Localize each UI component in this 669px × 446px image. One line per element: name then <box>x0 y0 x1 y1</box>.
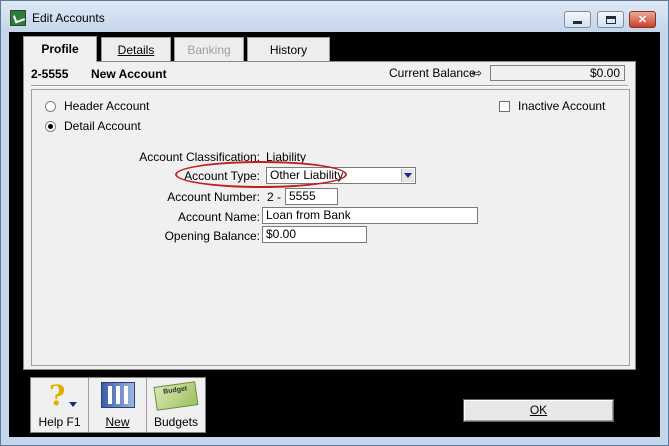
account-name-label: Account Name: <box>177 210 260 224</box>
budgets-button[interactable]: Budget Budgets <box>147 378 205 432</box>
tab-history[interactable]: History <box>247 37 330 61</box>
tab-history-label: History <box>269 43 308 57</box>
help-label: Help F1 <box>38 415 81 429</box>
inactive-account-option[interactable]: Inactive Account <box>499 99 605 113</box>
myob-icon[interactable] <box>10 10 26 26</box>
title-bar[interactable]: Edit Accounts ✕ <box>1 1 668 33</box>
tab-banking: Banking <box>174 37 244 61</box>
tab-banking-label: Banking <box>187 43 231 57</box>
inactive-account-checkbox[interactable] <box>499 100 510 112</box>
ok-label: OK <box>529 403 548 417</box>
opening-balance-input[interactable]: $0.00 <box>262 226 367 243</box>
opening-balance-label: Opening Balance: <box>164 229 260 243</box>
tab-profile[interactable]: Profile <box>23 36 97 62</box>
budget-icon-text: Budget <box>162 385 188 396</box>
ok-button[interactable]: OK <box>463 399 614 422</box>
account-number-input[interactable]: 5555 <box>285 188 338 205</box>
chevron-down-icon <box>69 402 77 407</box>
header-account-radio[interactable] <box>45 100 56 112</box>
header-account-option[interactable]: Header Account <box>45 99 149 113</box>
classification-value: Liability <box>266 150 307 164</box>
minimize-icon <box>573 21 582 24</box>
bottom-toolbar: ? Help F1 New Budget Budgets <box>30 377 206 433</box>
budgets-label: Budgets <box>153 415 199 429</box>
header-account-label: Header Account <box>64 99 150 113</box>
classification-label: Account Classification: <box>139 150 260 164</box>
account-type-value: Other Liability <box>270 168 344 182</box>
new-button[interactable]: New <box>89 378 147 432</box>
new-label: New <box>105 415 130 429</box>
current-balance-value: $0.00 <box>490 65 625 81</box>
close-icon: ✕ <box>637 14 648 26</box>
account-number-prefix: 2 - <box>267 190 282 204</box>
header-divider <box>31 85 628 87</box>
tab-details-label: Details <box>117 43 155 57</box>
close-button[interactable]: ✕ <box>629 11 656 28</box>
account-name-header: New Account <box>91 67 167 81</box>
current-balance-label: Current Balance <box>389 66 476 80</box>
detail-account-radio[interactable] <box>45 120 56 132</box>
detail-account-option[interactable]: Detail Account <box>45 119 141 133</box>
account-number-label: Account Number: <box>167 190 260 204</box>
help-button[interactable]: ? Help F1 <box>31 378 89 432</box>
budget-icon: Budget <box>153 381 199 411</box>
maximize-icon <box>605 15 616 24</box>
new-account-icon <box>101 382 135 408</box>
minimize-button[interactable] <box>564 11 591 28</box>
account-type-select[interactable]: Other Liability <box>266 167 416 184</box>
profile-panel: 2-5555 New Account Current Balance ⇨ $0.… <box>23 61 636 370</box>
profile-fields-area: Header Account Detail Account Inactive A… <box>31 89 630 366</box>
detail-account-label: Detail Account <box>64 119 141 133</box>
chevron-down-icon[interactable] <box>401 169 414 182</box>
inactive-account-label: Inactive Account <box>518 99 606 113</box>
tab-details[interactable]: Details <box>101 37 171 61</box>
account-type-label: Account Type: <box>184 169 260 183</box>
tab-profile-label: Profile <box>41 42 79 56</box>
account-id-header: 2-5555 <box>31 67 69 81</box>
arrow-right-icon[interactable]: ⇨ <box>472 66 482 80</box>
maximize-button[interactable] <box>597 11 624 28</box>
account-name-input[interactable]: Loan from Bank <box>262 207 478 224</box>
help-icon: ? <box>49 379 66 412</box>
window-title: Edit Accounts <box>32 11 105 25</box>
